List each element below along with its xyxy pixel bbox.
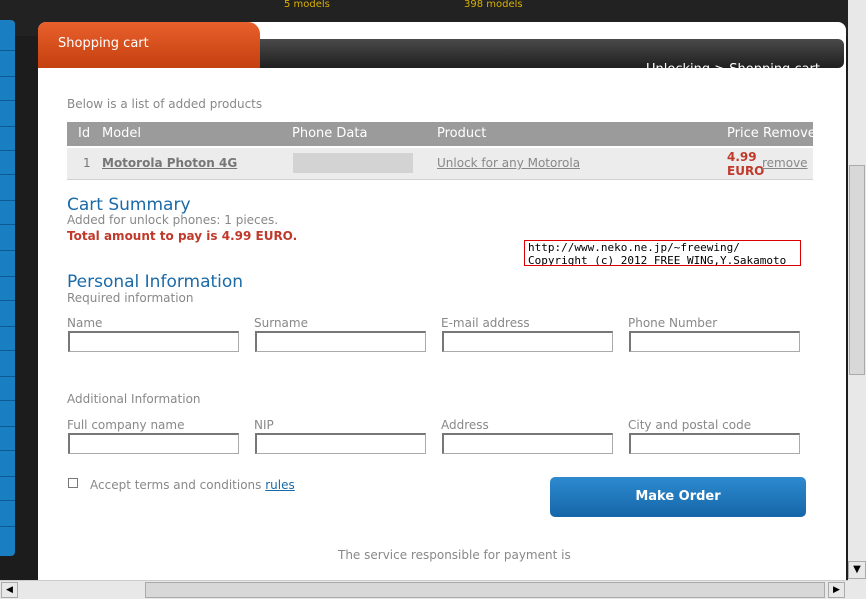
horizontal-scroll-thumb[interactable] (145, 582, 825, 598)
col-phone-data: Phone Data (292, 126, 368, 141)
vertical-scroll-thumb[interactable] (849, 165, 865, 375)
rules-link[interactable]: rules (265, 478, 295, 492)
name-label: Name (67, 316, 103, 330)
table-row: 1 Motorola Photon 4G Unlock for any Moto… (67, 148, 813, 180)
nip-input[interactable] (255, 433, 426, 454)
row-price: 4.99 EURO (727, 150, 765, 178)
phone-label: Phone Number (628, 316, 718, 330)
col-remove: Remove (763, 126, 816, 141)
cart-content: Below is a list of added products Id Mod… (38, 68, 846, 582)
tab-bar: Unlocking > Shopping cart Shopping cart (38, 22, 846, 77)
email-input[interactable] (442, 331, 613, 352)
row-phone-data (293, 153, 413, 173)
row-product-link[interactable]: Unlock for any Motorola (437, 156, 580, 170)
name-input[interactable] (68, 331, 239, 352)
terms-label: Accept terms and conditions rules (90, 478, 295, 492)
personal-info-subtitle: Required information (67, 291, 194, 305)
nip-label: NIP (254, 418, 274, 432)
scroll-right-arrow-icon[interactable]: ▶ (828, 582, 845, 598)
city-input[interactable] (629, 433, 800, 454)
col-price: Price (727, 126, 759, 141)
horizontal-scrollbar[interactable]: ◀ ▶ (0, 580, 848, 599)
personal-info-title: Personal Information (67, 272, 244, 292)
payment-service-text: The service responsible for payment is (338, 548, 571, 562)
models-count-a: 5 models (284, 0, 330, 10)
row-remove-link[interactable]: remove (762, 156, 808, 170)
scroll-down-arrow-icon[interactable]: ▼ (848, 561, 866, 579)
breadcrumb-bar: Unlocking > Shopping cart (228, 39, 844, 77)
terms-text: Accept terms and conditions (90, 478, 262, 492)
vertical-scrollbar[interactable] (848, 0, 866, 580)
address-input[interactable] (442, 433, 613, 454)
tab-label: Shopping cart (58, 36, 149, 51)
tab-shopping-cart[interactable]: Shopping cart (38, 22, 260, 68)
city-label: City and postal code (628, 418, 752, 432)
col-product: Product (437, 126, 487, 141)
table-header: Id Model Phone Data Product Price Remove (67, 122, 816, 146)
col-id: Id (78, 126, 91, 141)
company-input[interactable] (68, 433, 239, 454)
cart-summary-title: Cart Summary (67, 195, 191, 215)
models-count-b: 398 models (464, 0, 523, 10)
row-id: 1 (83, 156, 91, 170)
address-label: Address (441, 418, 489, 432)
scroll-left-arrow-icon[interactable]: ◀ (1, 582, 18, 598)
scrollbar-corner (848, 580, 866, 599)
email-label: E-mail address (441, 316, 530, 330)
phone-input[interactable] (629, 331, 800, 352)
col-model: Model (102, 126, 142, 141)
left-sidebar-strip[interactable] (0, 20, 15, 556)
copyright-watermark: http://www.neko.ne.jp/~freewing/ Copyrig… (524, 240, 801, 266)
intro-text: Below is a list of added products (67, 97, 263, 111)
company-label: Full company name (67, 418, 185, 432)
terms-checkbox[interactable] (68, 478, 78, 488)
cart-summary-added: Added for unlock phones: 1 pieces. (67, 213, 279, 227)
row-model-link[interactable]: Motorola Photon 4G (102, 156, 237, 170)
additional-info-title: Additional Information (67, 392, 201, 406)
make-order-button[interactable]: Make Order (550, 477, 806, 517)
surname-label: Surname (254, 316, 308, 330)
surname-input[interactable] (255, 331, 426, 352)
cart-summary-total: Total amount to pay is 4.99 EURO. (67, 229, 298, 243)
